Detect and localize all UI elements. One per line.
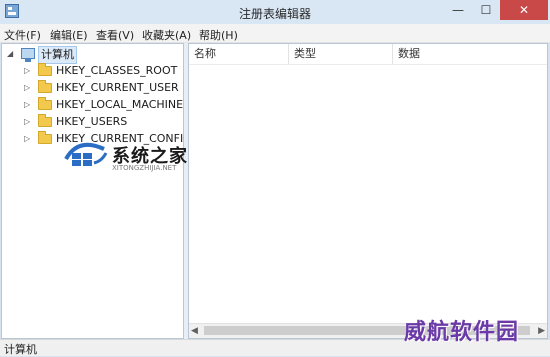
expand-arrow-icon[interactable]: ▷ xyxy=(24,97,30,113)
tree-pane[interactable]: ◢ 计算机 ▷ HKEY_CLASSES_ROOT ▷ HKEY_CURRENT… xyxy=(1,43,192,339)
menu-view[interactable]: 查看(V) xyxy=(96,27,134,43)
title-bar: 注册表编辑器 — ☐ ✕ xyxy=(0,0,550,24)
collapse-arrow-icon[interactable]: ◢ xyxy=(7,46,13,62)
watermark-weihang: 威航软件园 xyxy=(404,320,520,345)
tree-item-label[interactable]: HKEY_USERS xyxy=(56,114,127,130)
folder-icon xyxy=(38,97,52,110)
watermark-subtitle: XITONGZHIJIA.NET xyxy=(112,164,177,172)
tree-item-hklm[interactable]: ▷ HKEY_LOCAL_MACHINE xyxy=(2,97,183,113)
menu-edit[interactable]: 编辑(E) xyxy=(50,27,88,43)
watermark-xitongzhijia: 系统之家 XITONGZHIJIA.NET xyxy=(62,138,202,178)
column-header-data[interactable]: 数据 xyxy=(393,44,547,64)
column-header-name[interactable]: 名称 xyxy=(189,44,289,64)
minimize-button[interactable]: — xyxy=(444,0,472,20)
tree-root-label[interactable]: 计算机 xyxy=(38,46,77,64)
expand-arrow-icon[interactable]: ▷ xyxy=(24,80,30,96)
menu-help[interactable]: 帮助(H) xyxy=(199,27,238,43)
folder-icon xyxy=(38,63,52,76)
scroll-right-icon[interactable]: ▶ xyxy=(538,325,545,337)
folder-icon xyxy=(38,131,52,144)
tree-item-label[interactable]: HKEY_CLASSES_ROOT xyxy=(56,63,177,79)
tree-item-label[interactable]: HKEY_CURRENT_USER xyxy=(56,80,179,96)
values-pane[interactable]: 名称 类型 数据 ◀ ▶ xyxy=(188,43,548,339)
scroll-left-icon[interactable]: ◀ xyxy=(191,325,198,337)
menu-favorites[interactable]: 收藏夹(A) xyxy=(142,27,191,43)
menu-bar: 文件(F) 编辑(E) 查看(V) 收藏夹(A) 帮助(H) xyxy=(0,24,550,43)
xitongzhijia-logo-icon xyxy=(64,142,108,166)
tree-item-hku[interactable]: ▷ HKEY_USERS xyxy=(2,114,182,130)
expand-arrow-icon[interactable]: ▷ xyxy=(24,114,30,130)
expand-arrow-icon[interactable]: ▷ xyxy=(24,63,30,79)
close-button[interactable]: ✕ xyxy=(500,0,548,20)
tree-item-hkcr[interactable]: ▷ HKEY_CLASSES_ROOT xyxy=(2,63,182,79)
tree-root[interactable]: ◢ 计算机 xyxy=(5,46,85,64)
tree-item-hkcu[interactable]: ▷ HKEY_CURRENT_USER xyxy=(2,80,182,96)
computer-icon xyxy=(21,48,35,62)
column-header-type[interactable]: 类型 xyxy=(289,44,393,64)
folder-icon xyxy=(38,114,52,127)
header-divider xyxy=(189,64,547,65)
tree-item-label[interactable]: HKEY_LOCAL_MACHINE xyxy=(56,97,183,113)
maximize-button[interactable]: ☐ xyxy=(472,0,500,20)
folder-icon xyxy=(38,80,52,93)
menu-file[interactable]: 文件(F) xyxy=(4,27,41,43)
expand-arrow-icon[interactable]: ▷ xyxy=(24,131,30,147)
